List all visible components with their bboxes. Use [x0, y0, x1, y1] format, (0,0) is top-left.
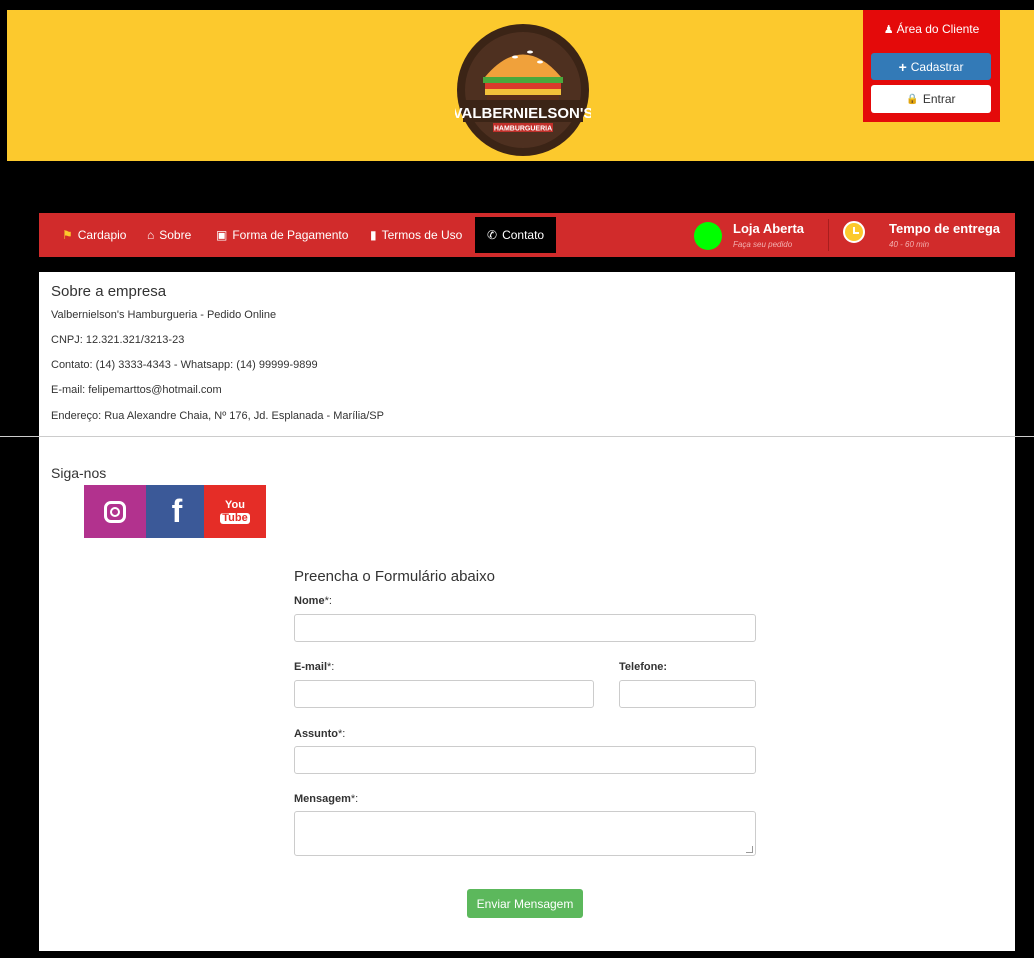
money-icon: ▣ — [216, 228, 228, 242]
section-divider — [0, 436, 1034, 437]
facebook-icon: f — [171, 493, 183, 529]
email-label: E-mail*: — [294, 661, 335, 673]
nav-item-contato[interactable]: ✆ Contato — [475, 217, 557, 253]
mensagem-label: Mensagem*: — [294, 793, 359, 805]
nav-item-cardapio[interactable]: ⚑ Cardapio — [62, 213, 126, 257]
nav-item-sobre[interactable]: ⌂ Sobre — [147, 213, 191, 257]
mensagem-textarea[interactable] — [294, 811, 756, 856]
client-area-title: ♟ Área do Cliente — [883, 22, 980, 36]
follow-us-title: Siga-nos — [51, 465, 107, 481]
resize-handle[interactable] — [746, 846, 753, 853]
delivery-time-value: 40 - 60 min — [889, 240, 930, 249]
cutlery-icon: ⚑ — [62, 228, 73, 242]
client-area-panel: ♟ Área do Cliente + Cadastrar 🔒 Entrar — [863, 10, 1000, 122]
main-content: Sobre a empresa Valbernielson's Hamburgu… — [39, 272, 1015, 951]
youtube-link[interactable]: You Tube — [204, 485, 266, 538]
nome-label: Nome*: — [294, 595, 332, 607]
hamburgueria-logo[interactable]: VALBERNIELSON'S HAMBURGUERIA — [455, 22, 591, 158]
user-icon: ♟ — [883, 24, 894, 36]
store-open-indicator — [694, 222, 722, 250]
clock-icon — [843, 221, 865, 243]
main-navbar: ⚑ Cardapio ⌂ Sobre ▣ Forma de Pagamento ▮ Te… — [39, 213, 1015, 257]
form-title: Preencha o Formulário abaixo — [294, 568, 495, 585]
about-line-contact: Contato: (14) 3333-4343 - Whatsapp: (14)… — [51, 359, 318, 371]
telefone-label: Telefone: — [619, 661, 668, 673]
telefone-input[interactable] — [619, 680, 756, 708]
assunto-label: Assunto*: — [294, 728, 346, 740]
delivery-time-title: Tempo de entrega — [889, 221, 1001, 236]
about-line-name: Valbernielson's Hamburgueria - Pedido On… — [51, 309, 277, 321]
about-title: Sobre a empresa — [51, 283, 167, 300]
youtube-icon: You Tube — [220, 498, 250, 524]
email-input[interactable] — [294, 680, 594, 708]
file-icon: ▮ — [370, 228, 377, 242]
store-status-subtitle: Faça seu pedido — [733, 240, 793, 249]
instagram-link[interactable] — [84, 485, 146, 538]
about-line-email: E-mail: felipemarttos@hotmail.com — [51, 384, 222, 396]
lock-icon: 🔒 — [906, 93, 919, 105]
nav-item-termos[interactable]: ▮ Termos de Uso — [370, 213, 462, 257]
logo-subtitle: HAMBURGUERIA — [494, 126, 552, 133]
register-button[interactable]: + Cadastrar — [871, 53, 991, 80]
login-button[interactable]: 🔒 Entrar — [871, 85, 991, 113]
plus-icon: + — [898, 58, 907, 75]
home-icon: ⌂ — [147, 228, 155, 242]
assunto-input[interactable] — [294, 746, 756, 774]
about-line-address: Endereço: Rua Alexandre Chaia, Nº 176, J… — [51, 410, 384, 422]
store-status-title: Loja Aberta — [733, 221, 805, 236]
send-message-button[interactable]: Enviar Mensagem — [467, 889, 583, 918]
nav-item-forma-pagamento[interactable]: ▣ Forma de Pagamento — [216, 213, 348, 257]
logo-title: VALBERNIELSON'S — [455, 105, 591, 122]
nome-input[interactable] — [294, 614, 756, 642]
instagram-icon — [104, 500, 126, 523]
about-line-cnpj: CNPJ: 12.321.321/3213-23 — [51, 334, 185, 346]
nav-divider — [828, 219, 829, 251]
facebook-link[interactable]: f — [146, 485, 208, 538]
phone-icon: ✆ — [487, 228, 498, 242]
